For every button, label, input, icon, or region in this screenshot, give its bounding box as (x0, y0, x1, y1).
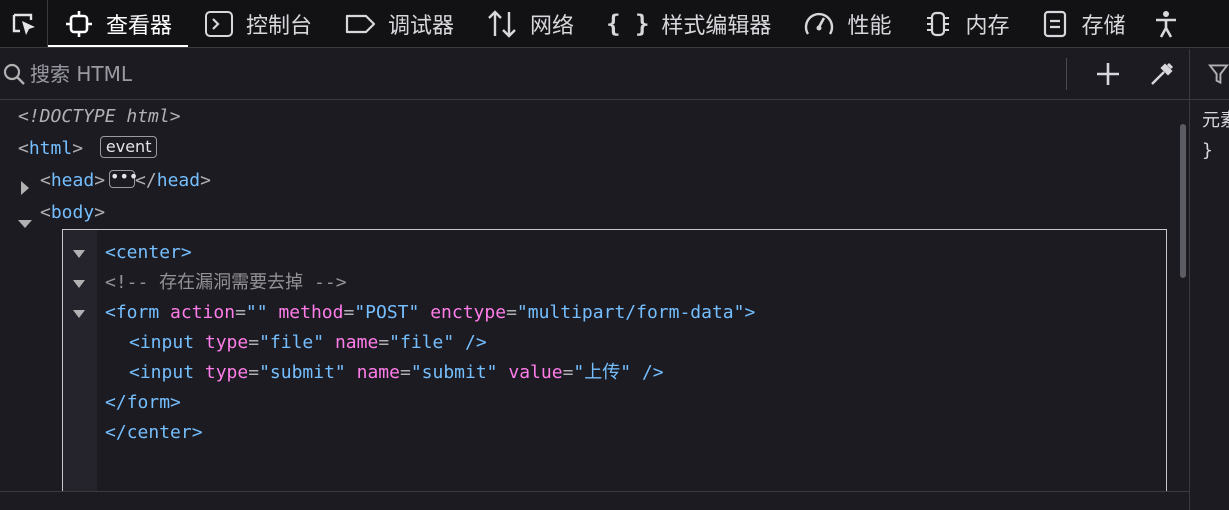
input-name-value: "submit" (410, 362, 498, 383)
search-icon (0, 62, 28, 86)
code-line-comment: <!-- 存在漏洞需要去掉 --> (105, 268, 347, 298)
head-node[interactable]: <head> •••</head> (18, 165, 211, 197)
center-open-tag: center (115, 242, 181, 263)
body-tag-name: body (50, 202, 95, 223)
inspector-icon (64, 9, 94, 39)
input-type-attr: type (204, 332, 249, 353)
rules-element-label: 元素 (1202, 110, 1229, 131)
devtools-toolbar: 查看器 控制台 调试器 网络 { } 样式编辑器 性能 内存 存储 (0, 0, 1229, 48)
search-separator (1066, 58, 1067, 90)
input-name-attr: name (356, 362, 400, 383)
input-tag: input (139, 332, 195, 353)
form-method-attr: method (278, 302, 344, 323)
form-enctype-value: "multipart/form-data" (516, 302, 745, 323)
tab-performance-label: 性能 (847, 13, 892, 39)
style-editor-icon: { } (606, 9, 650, 38)
fold-arrow-icon[interactable] (73, 269, 87, 299)
code-line-center-open: <center> (105, 242, 192, 263)
element-picker-button[interactable] (0, 0, 48, 47)
tab-storage[interactable]: 存储 (1025, 0, 1141, 47)
markup-tree: <!DOCTYPE html> <html> event <head> •••</… (0, 101, 1189, 491)
input-name-value: "file" (389, 332, 455, 353)
memory-icon (923, 9, 953, 39)
console-icon (204, 9, 234, 39)
code-line-input-file: <input type="file" name="file" /> (129, 332, 487, 353)
html-comment: <!-- 存在漏洞需要去掉 --> (105, 272, 347, 293)
input-name-attr: name (334, 332, 379, 353)
rules-closing-brace: } (1202, 140, 1213, 161)
html-open-bracket: < (18, 138, 29, 159)
collapsed-ellipsis-button[interactable]: ••• (109, 169, 138, 188)
breadcrumbs-bar (0, 491, 1189, 510)
form-method-value: "POST" (354, 302, 420, 323)
tab-memory[interactable]: 内存 (907, 0, 1025, 47)
collapse-arrow-icon[interactable] (18, 208, 32, 240)
html-node[interactable]: <html> event (18, 133, 158, 165)
network-icon (486, 8, 518, 40)
html-close-bracket: > (72, 138, 84, 159)
tab-style-editor-label: 样式编辑器 (661, 13, 772, 39)
input-type-attr: type (204, 362, 249, 383)
form-enctype-attr: enctype (430, 302, 507, 323)
tab-inspector-label: 查看器 (106, 13, 173, 39)
input-tag: input (139, 362, 195, 383)
plus-icon (1097, 63, 1119, 85)
tab-network-label: 网络 (530, 13, 575, 39)
tab-inspector[interactable]: 查看器 (48, 0, 189, 47)
rules-filter[interactable] (1190, 49, 1229, 100)
storage-icon (1041, 9, 1069, 39)
form-close-tag: form (126, 392, 171, 413)
body-node[interactable]: <body> (18, 197, 105, 229)
code-line-center-close: </center> (105, 422, 203, 443)
code-line-form-close: </form> (105, 392, 181, 413)
tab-accessibility[interactable] (1141, 0, 1209, 47)
input-value-attr: value (508, 362, 563, 383)
search-html-input[interactable] (28, 54, 1066, 94)
element-picker-icon (12, 13, 35, 35)
add-node-button[interactable] (1081, 54, 1135, 94)
input-value-value: "上传" (573, 362, 632, 383)
doctype-node[interactable]: <!DOCTYPE html> (18, 101, 181, 133)
form-action-attr: action (170, 302, 236, 323)
tab-console[interactable]: 控制台 (188, 0, 328, 47)
head-tag-name: head (50, 170, 95, 191)
form-tag: form (115, 302, 160, 323)
head-close-tag-name: head (156, 170, 201, 191)
fold-arrow-icon[interactable] (73, 239, 87, 269)
center-close-tag: center (126, 422, 192, 443)
tab-debugger-label: 调试器 (388, 13, 455, 39)
debugger-icon (344, 9, 376, 39)
input-type-value: "file" (259, 332, 325, 353)
doctype-text: <!DOCTYPE html> (18, 106, 181, 127)
code-line-form-open: <form action="" method="POST" enctype="m… (105, 302, 756, 323)
tab-storage-label: 存储 (1081, 13, 1126, 39)
code-line-input-submit: <input type="submit" name="submit" value… (129, 362, 664, 383)
fold-arrow-icon[interactable] (73, 299, 87, 329)
rules-panel: 元素 } (1189, 49, 1229, 510)
markup-search-bar (0, 49, 1189, 100)
tab-style-editor[interactable]: { } 样式编辑器 (590, 0, 787, 47)
html-tag-name: html (28, 138, 73, 159)
performance-icon (803, 9, 835, 39)
tab-memory-label: 内存 (965, 13, 1010, 39)
accessibility-icon (1151, 9, 1181, 39)
tab-console-label: 控制台 (246, 13, 313, 39)
event-badge[interactable]: event (99, 136, 158, 158)
input-type-value: "submit" (259, 362, 346, 383)
eyedropper-button[interactable] (1135, 54, 1189, 94)
tab-network[interactable]: 网络 (470, 0, 590, 47)
tab-performance[interactable]: 性能 (787, 0, 907, 47)
eyedropper-icon (1151, 62, 1174, 85)
tab-debugger[interactable]: 调试器 (328, 0, 470, 47)
filter-icon (1208, 64, 1229, 85)
form-action-value: "" (245, 302, 268, 323)
rules-element-text: 元素 } (1190, 100, 1229, 166)
markup-scrollbar[interactable] (1180, 124, 1186, 278)
inline-code-block[interactable]: <center> <!-- 存在漏洞需要去掉 --> <form action=… (62, 229, 1167, 491)
